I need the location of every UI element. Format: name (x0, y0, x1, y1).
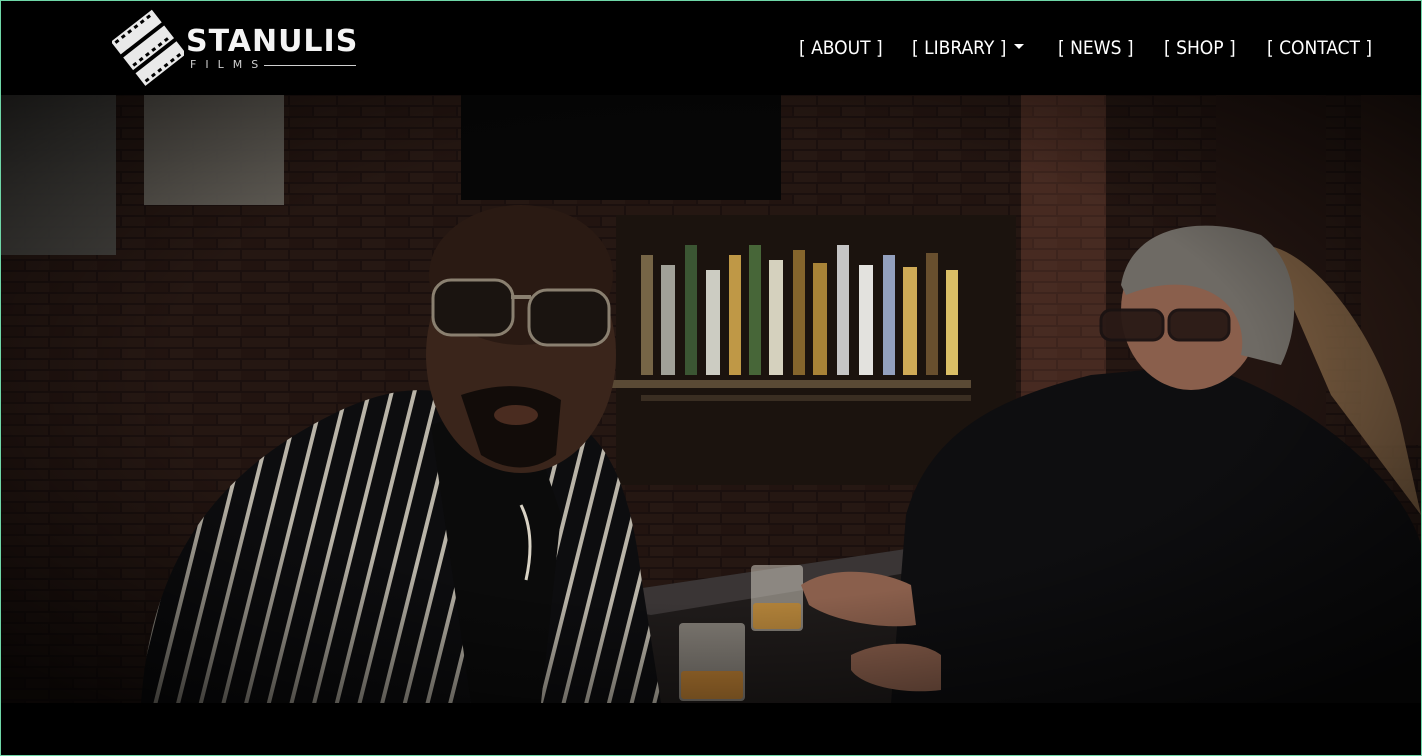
brand-subtitle: FILMS (190, 58, 268, 71)
chevron-down-icon (1014, 44, 1025, 49)
hero-letterbox-bottom (0, 703, 1422, 756)
nav-shop[interactable]: [ SHOP ] (1164, 33, 1236, 63)
nav-news[interactable]: [ NEWS ] (1058, 33, 1134, 63)
film-strip-logo-icon (112, 9, 184, 86)
brand-underline (264, 65, 356, 66)
nav-contact[interactable]: [ CONTACT ] (1267, 33, 1372, 63)
hero-image (1, 95, 1421, 703)
nav-library[interactable]: [ LIBRARY ] (912, 33, 1025, 63)
brand-name: STANULIS (186, 24, 359, 59)
nav-about[interactable]: [ ABOUT ] (799, 33, 883, 63)
nav-library-label: [ LIBRARY ] (912, 37, 1007, 59)
site-logo-link[interactable]: STANULIS FILMS (112, 6, 362, 88)
site-header: STANULIS FILMS [ ABOUT ] [ LIBRARY ] [ N… (0, 0, 1422, 95)
bar-scene-still (1, 95, 1421, 703)
